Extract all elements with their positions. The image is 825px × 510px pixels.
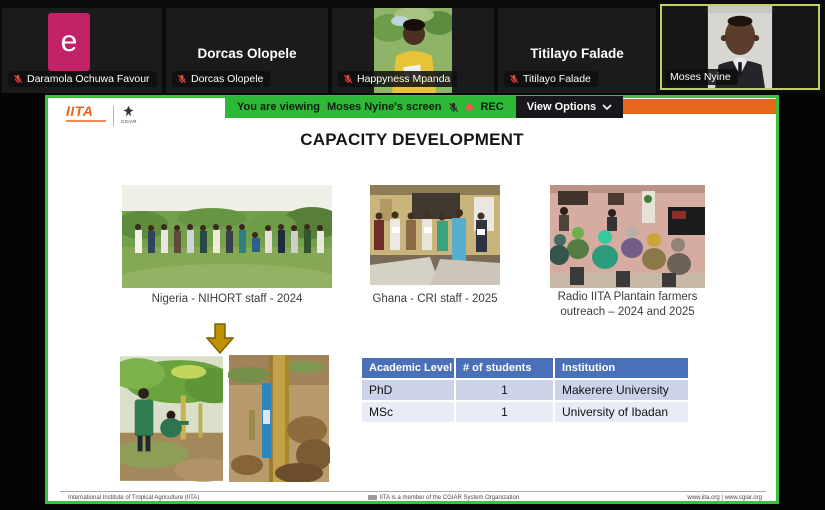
participant-name-label: Happyness Mpanda	[338, 71, 457, 87]
table-cell-level: PhD	[362, 380, 454, 400]
table-cell-institution: University of Ibadan	[555, 402, 688, 422]
photo-radio-outreach	[550, 185, 705, 288]
photo-caption-ghana: Ghana - CRI staff - 2025	[340, 292, 530, 307]
participant-name-label: Titilayo Falade	[504, 71, 598, 87]
cgiar-crest-icon	[122, 105, 135, 119]
mic-muted-icon	[448, 102, 459, 113]
photo-caption-radio: Radio IITA Plantain farmers outreach – 2…	[540, 290, 715, 320]
viewing-banner: You are viewing Moses Nyine's screen REC…	[225, 96, 623, 118]
table-cell-count: 1	[456, 380, 553, 400]
iita-cgiar-logo: IITA CGIAR	[66, 105, 137, 126]
participant-tile-dorcas[interactable]: Dorcas Olopele Dorcas Olopele	[166, 8, 328, 93]
participant-tile-daramola[interactable]: e Daramola Ochuwa Favour	[2, 8, 162, 93]
photo-caption-nigeria: Nigeria - NIHORT staff - 2024	[122, 292, 332, 307]
slide-title: CAPACITY DEVELOPMENT	[48, 130, 776, 150]
down-arrow	[206, 323, 234, 359]
table-header-institution: Institution	[555, 358, 688, 378]
recording-dot	[466, 104, 473, 111]
participant-tile-titilayo[interactable]: Titilayo Falade Titilayo Falade	[498, 8, 656, 93]
mic-muted-icon	[13, 74, 23, 84]
participant-center-name: Titilayo Falade	[498, 46, 656, 61]
mic-muted-icon	[343, 74, 353, 84]
slide-footer: International Institute of Tropical Agri…	[60, 493, 766, 501]
footer-center-text: IITA is a member of the CGIAR System Org…	[380, 495, 520, 501]
photo-nigeria-nihort-group	[122, 185, 332, 288]
participant-tile-happyness[interactable]: Happyness Mpanda	[332, 8, 494, 93]
students-table: Academic Level # of students Institution…	[362, 358, 688, 422]
presentation-slide: IITA CGIAR CAPACITY DEVELOPMENT	[48, 98, 776, 501]
table-cell-count: 1	[456, 402, 553, 422]
footer-left-text: International Institute of Tropical Agri…	[68, 495, 199, 501]
mic-muted-icon	[509, 74, 519, 84]
participant-tile-moses-active[interactable]: Moses Nyine	[660, 4, 820, 90]
zoom-meeting-window: e Daramola Ochuwa Favour Dorcas Olopele	[0, 0, 825, 510]
recording-label: REC	[480, 101, 503, 113]
iita-logo-tagline	[66, 120, 106, 122]
photo-field-work-pair	[120, 355, 330, 482]
screen-share-area: IITA CGIAR CAPACITY DEVELOPMENT	[45, 95, 779, 504]
chevron-down-icon	[602, 104, 612, 110]
table-cell-level: MSc	[362, 402, 454, 422]
cgiar-mini-logo	[368, 495, 377, 500]
photo-ghana-cri-group	[370, 185, 500, 285]
viewing-banner-text: You are viewing Moses Nyine's screen REC	[225, 96, 516, 118]
mic-muted-icon	[177, 74, 187, 84]
participants-strip: e Daramola Ochuwa Favour Dorcas Olopele	[0, 0, 825, 93]
photo-field-inspection	[120, 355, 223, 482]
table-cell-institution: Makerere University	[555, 380, 688, 400]
participant-name-label: Dorcas Olopele	[172, 71, 270, 87]
iita-logo-text: IITA	[66, 105, 106, 118]
footer-divider	[60, 491, 766, 492]
participant-name-label: Moses Nyine	[665, 69, 738, 85]
table-header-academic-level: Academic Level	[362, 358, 454, 378]
avatar: e	[48, 13, 90, 71]
photo-tagged-stem	[228, 355, 330, 482]
table-header-num-students: # of students	[456, 358, 553, 378]
footer-right-text: www.iita.org | www.cgiar.org	[687, 495, 762, 501]
view-options-button[interactable]: View Options	[516, 96, 623, 118]
cgiar-logo-text: CGIAR	[121, 119, 137, 124]
participant-name-label: Daramola Ochuwa Favour	[8, 71, 157, 87]
participant-center-name: Dorcas Olopele	[166, 46, 328, 61]
logo-divider	[113, 106, 114, 126]
